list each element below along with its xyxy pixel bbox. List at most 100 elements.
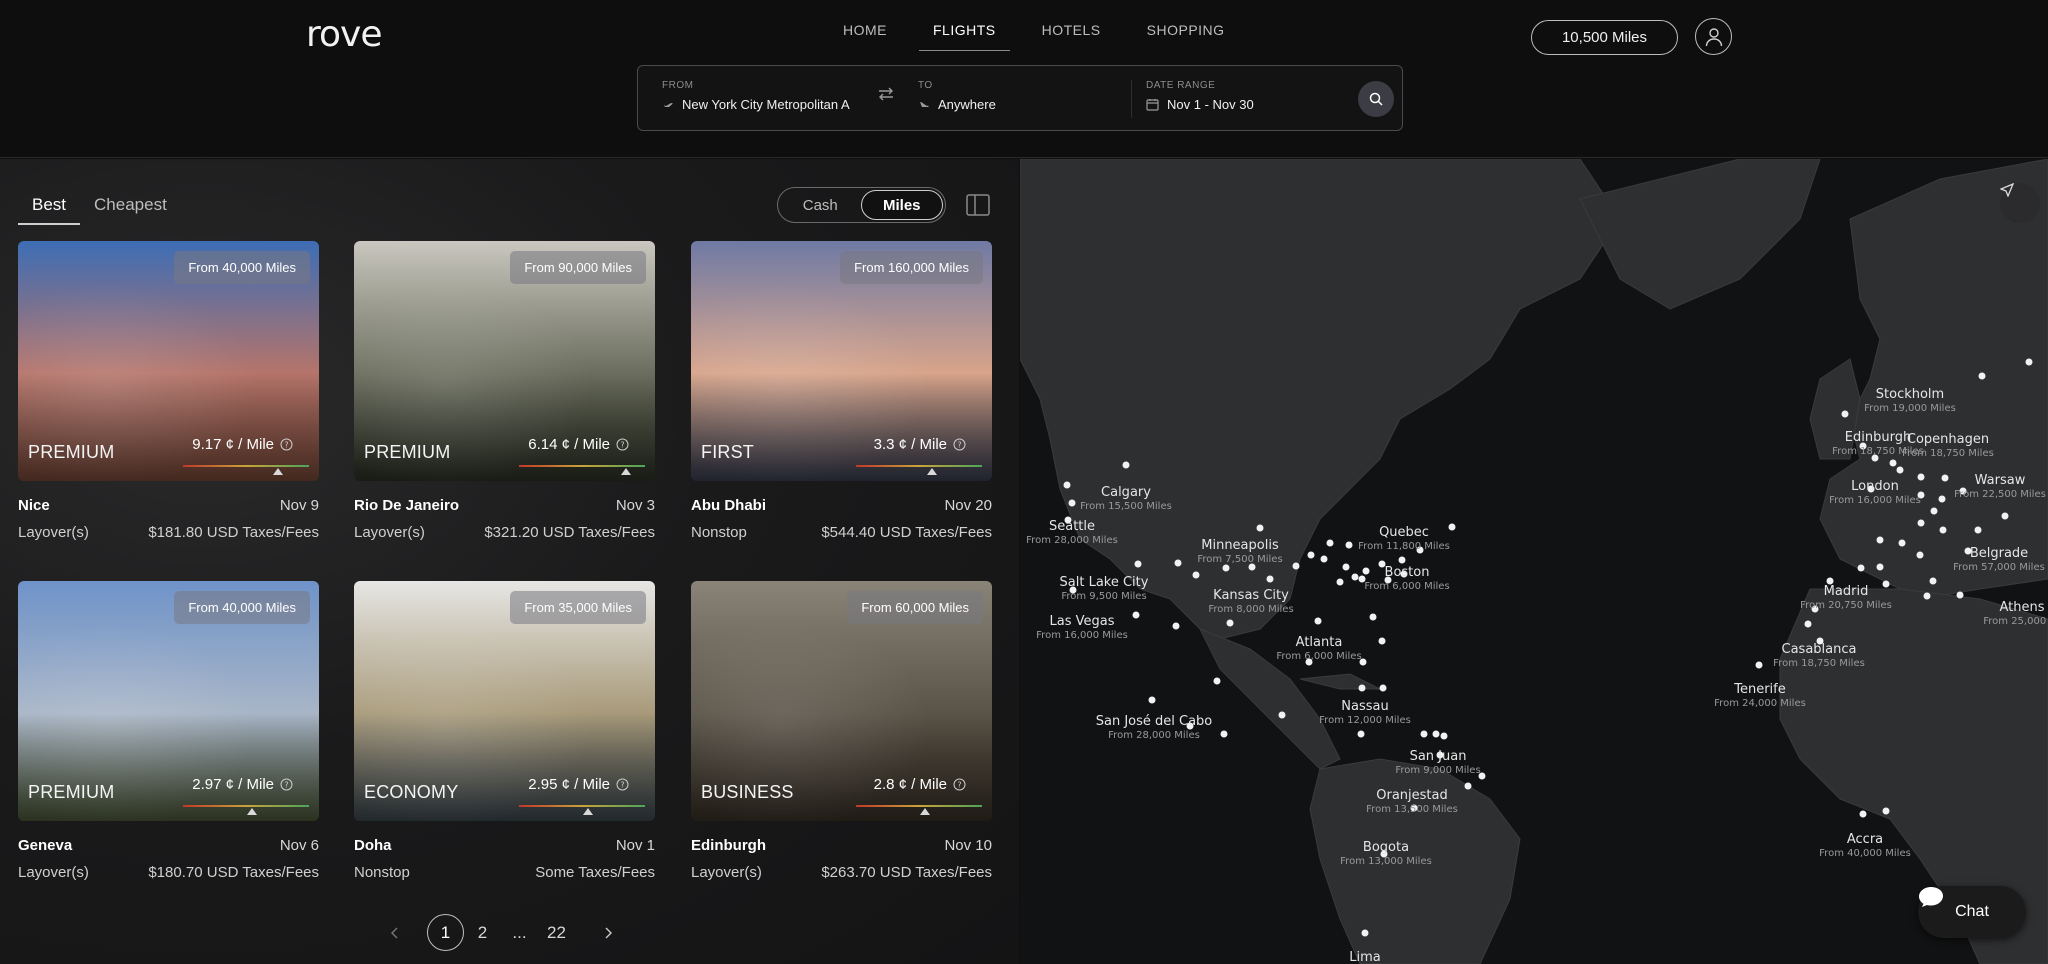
destination-marker[interactable] <box>1361 929 1369 937</box>
user-account-button[interactable] <box>1695 18 1732 55</box>
destination-marker[interactable] <box>1978 372 1986 380</box>
map-city-label[interactable]: Warsaw <box>1975 473 2026 488</box>
destination-marker[interactable] <box>1432 730 1440 738</box>
toggle-cash[interactable]: Cash <box>780 190 861 220</box>
destination-marker[interactable] <box>1974 526 1982 534</box>
info-icon[interactable]: ? <box>953 438 966 451</box>
destination-marker[interactable] <box>1172 622 1180 630</box>
map-city-label[interactable]: Minneapolis <box>1201 538 1279 553</box>
destination-marker[interactable] <box>1882 580 1890 588</box>
destination-marker[interactable] <box>1916 551 1924 559</box>
map-city-label[interactable]: Copenhagen <box>1907 432 1989 447</box>
destination-marker[interactable] <box>1857 564 1865 572</box>
destination-marker[interactable] <box>1917 519 1925 527</box>
info-icon[interactable]: ? <box>280 438 293 451</box>
destination-photo[interactable]: From 60,000 Miles BUSINESS 2.8 ¢ / Mile … <box>691 581 992 821</box>
destination-marker[interactable] <box>1307 551 1315 559</box>
destination-marker[interactable] <box>1938 495 1946 503</box>
map-city-label[interactable]: San Juan <box>1410 749 1467 764</box>
map-city-label[interactable]: Quebec <box>1379 525 1429 540</box>
destination-marker[interactable] <box>2025 358 2033 366</box>
swap-button[interactable] <box>877 86 895 107</box>
destination-marker[interactable] <box>1320 555 1328 563</box>
map-city-label[interactable]: Casablanca <box>1782 642 1857 657</box>
map-city-label[interactable]: Accra <box>1847 832 1883 847</box>
miles-balance-button[interactable]: 10,500 Miles <box>1531 20 1678 55</box>
destination-marker[interactable] <box>1882 807 1890 815</box>
destination-marker[interactable] <box>1956 591 1964 599</box>
destination-marker[interactable] <box>1917 473 1925 481</box>
nav-flights[interactable]: FLIGHTS <box>919 22 1010 51</box>
destination-marker[interactable] <box>1941 474 1949 482</box>
info-icon[interactable]: ? <box>616 438 629 451</box>
destination-marker[interactable] <box>1939 526 1947 534</box>
destination-marker[interactable] <box>1923 592 1931 600</box>
map-city-label[interactable]: Atlanta <box>1296 635 1343 650</box>
destination-marker[interactable] <box>1063 481 1071 489</box>
toggle-miles[interactable]: Miles <box>860 190 943 220</box>
destination-marker[interactable] <box>1134 560 1142 568</box>
nav-hotels[interactable]: HOTELS <box>1042 22 1101 51</box>
info-icon[interactable]: ? <box>953 778 966 791</box>
map-canvas[interactable]: CalgaryFrom 15,500 MilesSeattleFrom 28,0… <box>1020 159 2048 964</box>
card-geneva[interactable]: From 40,000 Miles PREMIUM 2.97 ¢ / Mile … <box>18 581 319 891</box>
destination-marker[interactable] <box>1464 782 1472 790</box>
page-1[interactable]: 1 <box>427 914 464 951</box>
destination-marker[interactable] <box>1357 730 1365 738</box>
map-city-label[interactable]: Oranjestad <box>1376 788 1447 803</box>
destination-marker[interactable] <box>1220 730 1228 738</box>
destination-marker[interactable] <box>1226 619 1234 627</box>
destination-marker[interactable] <box>1132 611 1140 619</box>
destination-marker[interactable] <box>1358 684 1366 692</box>
destination-marker[interactable] <box>2001 512 2009 520</box>
brand-logo[interactable]: rove <box>306 14 382 55</box>
destination-marker[interactable] <box>1122 461 1130 469</box>
card-abu-dhabi[interactable]: From 160,000 Miles FIRST 3.3 ¢ / Mile ? … <box>691 241 992 551</box>
destination-marker[interactable] <box>1841 410 1849 418</box>
panel-toggle-button[interactable] <box>966 194 990 221</box>
map-city-label[interactable]: San José del Cabo <box>1096 714 1213 729</box>
card-edinburgh[interactable]: From 60,000 Miles BUSINESS 2.8 ¢ / Mile … <box>691 581 992 891</box>
destination-marker[interactable] <box>1859 810 1867 818</box>
destination-marker[interactable] <box>1896 466 1904 474</box>
search-button[interactable] <box>1358 81 1394 117</box>
destination-marker[interactable] <box>1351 573 1359 581</box>
destination-marker[interactable] <box>1292 562 1300 570</box>
destination-marker[interactable] <box>1755 661 1763 669</box>
map-city-label[interactable]: Lima <box>1349 950 1380 964</box>
destination-marker[interactable] <box>1440 732 1448 740</box>
destination-marker[interactable] <box>1256 524 1264 532</box>
destination-marker[interactable] <box>1889 459 1897 467</box>
destination-marker[interactable] <box>1345 541 1353 549</box>
page-2[interactable]: 2 <box>464 914 501 951</box>
map-city-label[interactable]: Stockholm <box>1876 387 1944 402</box>
map-city-label[interactable]: Seattle <box>1049 519 1095 534</box>
destination-marker[interactable] <box>1278 711 1286 719</box>
destination-marker[interactable] <box>1898 539 1906 547</box>
destination-photo[interactable]: From 35,000 Miles ECONOMY 2.95 ¢ / Mile … <box>354 581 655 821</box>
destination-marker[interactable] <box>1369 613 1377 621</box>
locate-button[interactable] <box>2000 183 2040 223</box>
map-city-label[interactable]: Las Vegas <box>1050 614 1115 629</box>
destination-marker[interactable] <box>1378 637 1386 645</box>
destination-marker[interactable] <box>1213 677 1221 685</box>
destination-marker[interactable] <box>1362 567 1370 575</box>
tab-best[interactable]: Best <box>18 195 81 225</box>
tab-cheapest[interactable]: Cheapest <box>80 195 181 225</box>
destination-marker[interactable] <box>1326 539 1334 547</box>
destination-marker[interactable] <box>1448 523 1456 531</box>
nav-shopping[interactable]: SHOPPING <box>1147 22 1225 51</box>
to-field[interactable]: TO Anywhere <box>918 80 1118 112</box>
from-field[interactable]: FROM New York City Metropolitan A <box>662 80 862 112</box>
destination-marker[interactable] <box>1068 499 1076 507</box>
destination-photo[interactable]: From 160,000 Miles FIRST 3.3 ¢ / Mile ? <box>691 241 992 481</box>
destination-photo[interactable]: From 40,000 Miles PREMIUM 9.17 ¢ / Mile … <box>18 241 319 481</box>
destination-marker[interactable] <box>1266 575 1274 583</box>
destination-marker[interactable] <box>1148 696 1156 704</box>
map-city-label[interactable]: Calgary <box>1101 485 1151 500</box>
map-city-label[interactable]: Tenerife <box>1733 682 1786 697</box>
card-rio-de-janeiro[interactable]: From 90,000 Miles PREMIUM 6.14 ¢ / Mile … <box>354 241 655 551</box>
map-city-label[interactable]: Salt Lake City <box>1060 575 1149 590</box>
destination-marker[interactable] <box>1222 564 1230 572</box>
destination-marker[interactable] <box>1379 684 1387 692</box>
